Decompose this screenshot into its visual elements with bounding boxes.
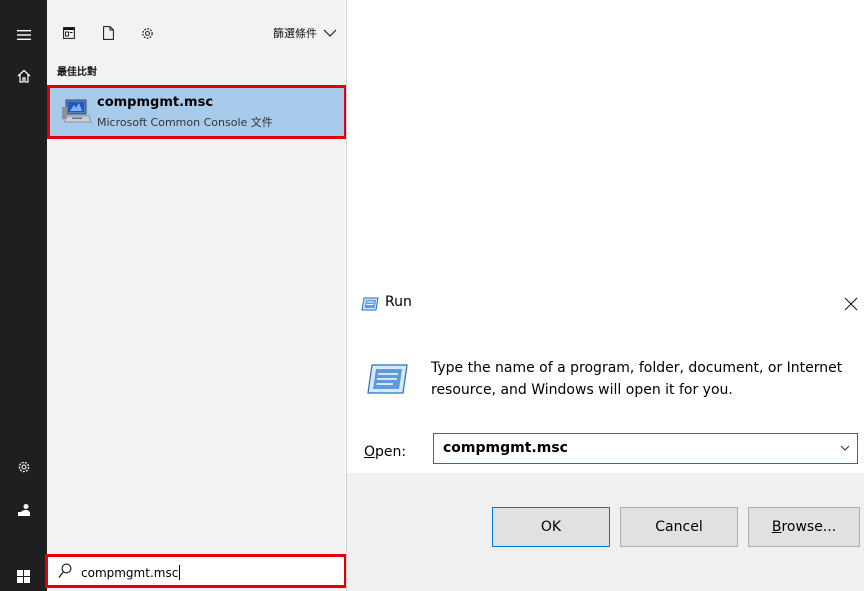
run-large-icon [367,364,408,394]
start-search-box[interactable]: compmgmt.msc [45,554,347,588]
chevron-down-icon [840,445,850,451]
settings-button[interactable] [0,447,47,487]
documents-scope-button[interactable] [96,15,120,51]
text-caret [179,565,181,580]
gear-icon [141,27,153,39]
browse-label-rest: rowse... [781,519,837,535]
best-match-heading: 最佳比對 [57,67,97,78]
account-button[interactable] [0,490,47,530]
best-match-title: compmgmt.msc [97,95,214,110]
hamburger-button[interactable] [0,15,47,55]
best-match-subtitle: Microsoft Common Console 文件 [97,116,273,129]
user-icon [17,504,30,516]
filter-dropdown[interactable]: 篩選條件 [273,15,337,51]
run-dialog: Run Type the name of a program, folder, … [347,283,864,591]
run-title: Run [385,294,412,310]
open-label-rest: pen: [375,444,407,460]
apps-icon [63,27,75,39]
close-icon [844,297,858,311]
best-match-result[interactable]: compmgmt.msc Microsoft Common Console 文件 [47,85,347,139]
filter-label: 篩選條件 [273,27,317,40]
hamburger-icon [16,30,31,40]
open-input-value: compmgmt.msc [443,440,568,456]
chevron-down-icon [323,29,337,37]
ok-button[interactable]: OK [492,507,610,547]
windows-icon [17,569,30,583]
settings-icon [18,461,29,473]
windows-start-button[interactable] [0,561,47,591]
close-button[interactable] [840,291,862,317]
open-combobox[interactable]: compmgmt.msc [433,433,858,464]
search-scope-toolbar: 篩選條件 [47,15,345,51]
start-menu: 篩選條件 最佳比對 compmgmt.msc Microsoft Common … [0,0,347,591]
apps-scope-button[interactable] [57,15,81,51]
browse-accelerator: B [771,519,782,535]
search-input-value: compmgmt.msc [81,566,179,580]
run-icon [361,297,379,311]
home-icon [17,69,30,83]
console-icon [62,99,92,123]
settings-scope-button[interactable] [135,15,159,51]
home-button[interactable] [0,56,47,96]
search-icon [58,563,72,578]
cancel-button[interactable]: Cancel [620,507,738,547]
document-icon [102,26,114,40]
start-rail [0,0,47,591]
combo-dropdown-button[interactable] [837,440,853,456]
run-titlebar[interactable]: Run [347,283,864,327]
run-description: Type the name of a program, folder, docu… [431,360,843,398]
open-label: Open: [364,444,406,460]
open-label-accelerator: O [364,444,376,460]
browse-button[interactable]: Browse... [748,507,860,547]
search-input[interactable]: compmgmt.msc [81,565,181,580]
